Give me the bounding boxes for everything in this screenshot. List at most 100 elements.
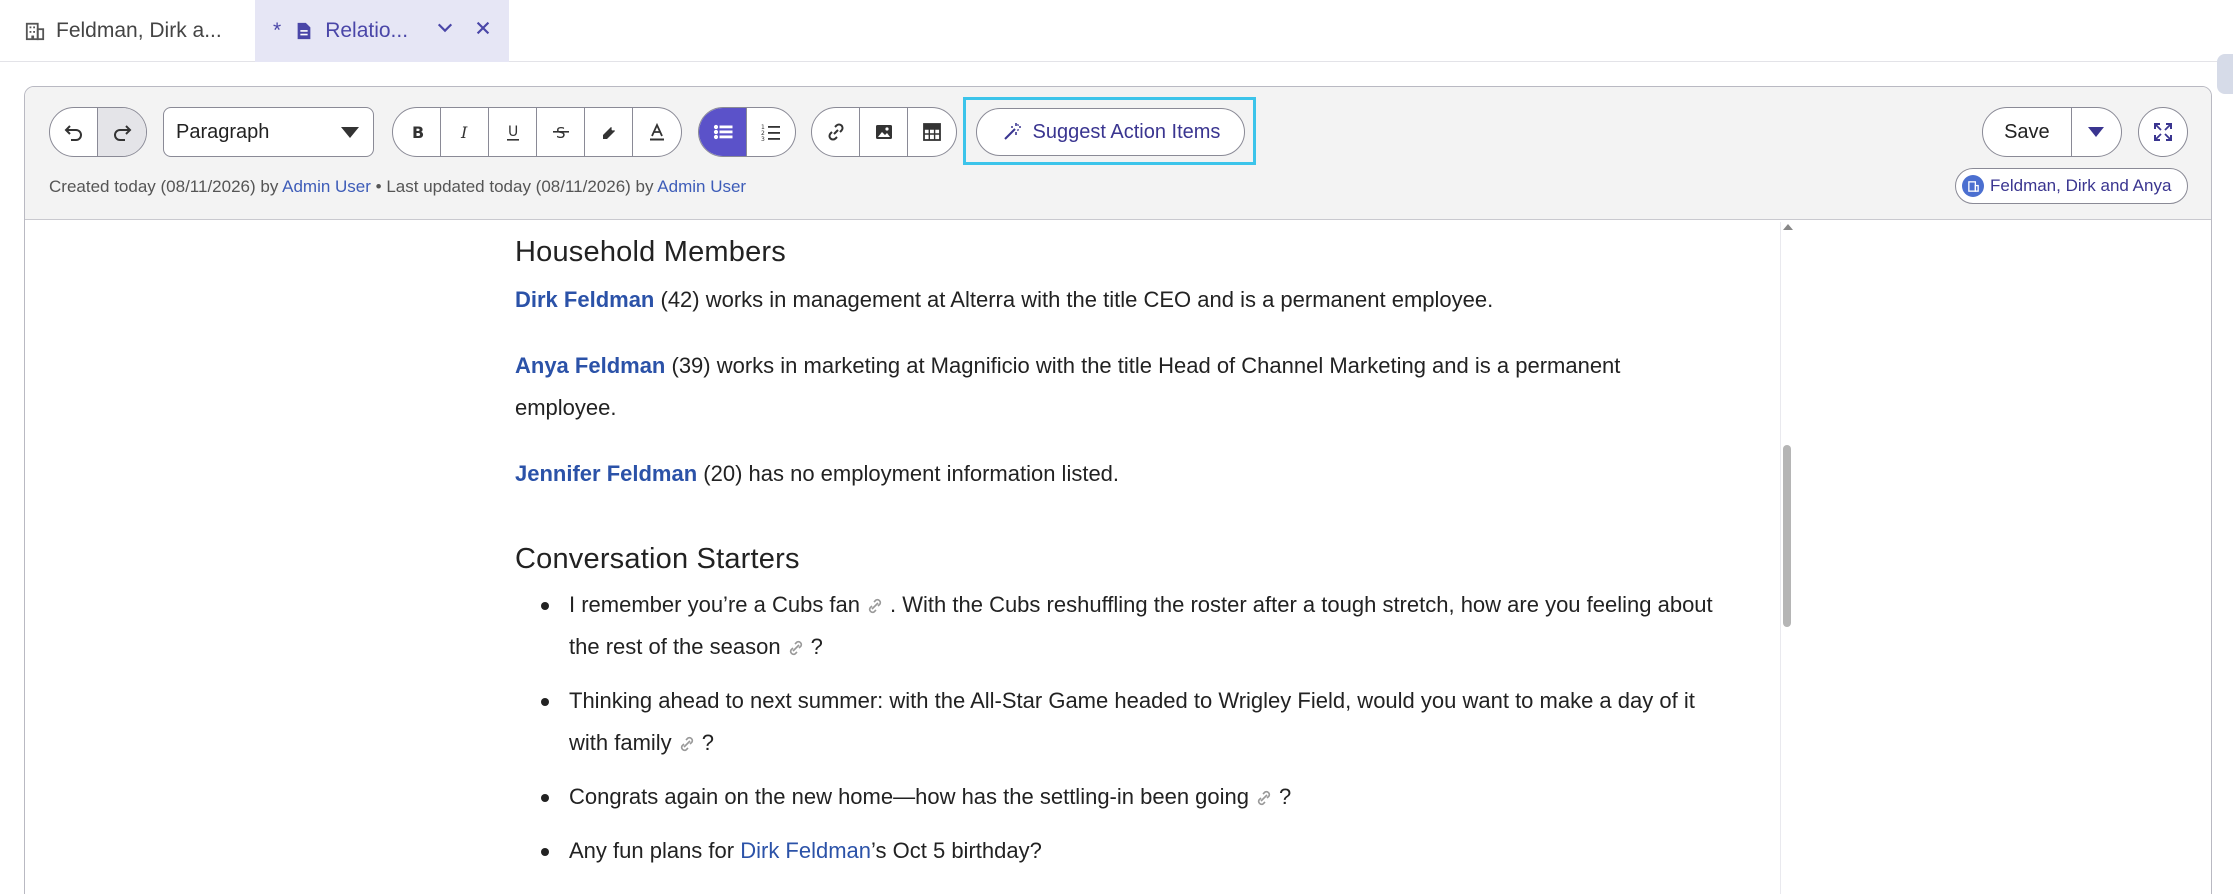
undo-button[interactable] xyxy=(50,108,98,156)
member-name-link[interactable]: Anya Feldman xyxy=(515,353,665,378)
created-text: Created today (08/11/2026) by xyxy=(49,177,283,196)
italic-icon: I xyxy=(460,123,468,142)
insert-image-button[interactable] xyxy=(860,108,908,156)
member-name-link[interactable]: Dirk Feldman xyxy=(515,287,654,312)
member-text: (42) works in management at Alterra with… xyxy=(654,287,1494,312)
link-icon xyxy=(827,123,844,141)
insert-group xyxy=(811,107,957,157)
suggest-action-items-highlight: Suggest Action Items xyxy=(963,97,1256,165)
list-group: 123 xyxy=(698,107,796,157)
list-item: I remember you’re a Cubs fan. With the C… xyxy=(515,584,1715,668)
fullscreen-button[interactable] xyxy=(2138,107,2188,157)
magic-wand-icon xyxy=(1003,123,1021,140)
bullet-list-icon xyxy=(713,124,732,140)
block-format-value: Paragraph xyxy=(176,120,270,143)
caret-down-icon xyxy=(341,127,359,138)
suggest-label: Suggest Action Items xyxy=(1032,120,1221,143)
tab-feldman-household[interactable]: Feldman, Dirk a... xyxy=(0,0,255,62)
starter-text: Congrats again on the new home—how has t… xyxy=(569,784,1250,809)
building-icon xyxy=(24,20,46,42)
starter-text: ? xyxy=(701,730,714,755)
list-item: Congrats again on the new home—how has t… xyxy=(515,776,1715,818)
strikethrough-icon: S xyxy=(552,124,569,142)
text-color-button[interactable] xyxy=(633,108,681,156)
redo-icon xyxy=(114,125,132,141)
redo-button[interactable] xyxy=(98,108,146,156)
starter-text: ? xyxy=(810,634,823,659)
record-meta: Created today (08/11/2026) by Admin User… xyxy=(49,177,746,197)
starter-text: Thinking ahead to next summer: with the … xyxy=(569,688,1695,755)
starter-text: ? xyxy=(1279,784,1292,809)
link-icon[interactable] xyxy=(676,736,698,752)
table-icon xyxy=(923,123,941,141)
building-icon xyxy=(1962,175,1984,197)
list-item: Thinking ahead to next summer: with the … xyxy=(515,680,1715,764)
block-format-select[interactable]: Paragraph xyxy=(163,107,374,157)
related-record-chip[interactable]: Feldman, Dirk and Anya xyxy=(1955,168,2188,204)
list-item: Any fun plans for Dirk Feldman’s Oct 5 b… xyxy=(515,830,1715,872)
save-button[interactable]: Save xyxy=(1983,108,2072,156)
link-icon[interactable] xyxy=(785,640,807,656)
chevron-down-icon[interactable] xyxy=(436,19,454,43)
highlighter-icon xyxy=(602,127,615,139)
highlight-button[interactable] xyxy=(585,108,633,156)
scrollbar-thumb[interactable] xyxy=(1783,445,1791,627)
starter-text: ’s Oct 5 birthday? xyxy=(871,838,1042,863)
save-options-button[interactable] xyxy=(2072,108,2121,156)
save-split-button: Save xyxy=(1982,107,2122,157)
rich-text-editor: Paragraph B I U S 1 2 3 Suggest Action I… xyxy=(24,86,2212,894)
history-group xyxy=(49,107,147,157)
svg-text:3: 3 xyxy=(761,136,765,143)
link-icon[interactable] xyxy=(864,598,886,614)
svg-text:U: U xyxy=(508,124,518,140)
heading-household-members: Household Members xyxy=(515,236,786,268)
member-paragraph: Dirk Feldman (42) works in management at… xyxy=(515,279,1715,321)
svg-text:I: I xyxy=(460,123,468,142)
editor-toolbar: Paragraph B I U S 1 2 3 Suggest Action I… xyxy=(25,87,2211,220)
editor-content[interactable]: Household Members Dirk Feldman (42) work… xyxy=(515,220,1715,894)
image-icon xyxy=(875,125,892,139)
numbered-list-button[interactable]: 123 xyxy=(747,108,795,156)
created-by-link[interactable]: Admin User xyxy=(282,177,371,196)
text-color-icon xyxy=(650,122,664,141)
tab-label: Feldman, Dirk a... xyxy=(56,19,222,42)
conversation-starters-list: I remember you’re a Cubs fan. With the C… xyxy=(515,584,1715,884)
italic-button[interactable]: I xyxy=(441,108,489,156)
underline-button[interactable]: U xyxy=(489,108,537,156)
member-text: (39) works in marketing at Magnificio wi… xyxy=(515,353,1621,420)
scroll-up-arrow-icon[interactable] xyxy=(1783,224,1793,230)
unsaved-marker: * xyxy=(273,19,282,42)
member-name-link[interactable]: Jennifer Feldman xyxy=(515,461,697,486)
side-panel-handle[interactable] xyxy=(2217,54,2233,94)
content-scrollbar[interactable] xyxy=(1780,222,1794,894)
member-paragraph: Anya Feldman (39) works in marketing at … xyxy=(515,345,1715,429)
starter-text: I remember you’re a Cubs fan xyxy=(569,592,861,617)
document-icon xyxy=(293,20,315,42)
svg-text:B: B xyxy=(412,123,424,142)
underline-icon: U xyxy=(506,124,519,141)
inline-format-group: B I U S xyxy=(392,107,682,157)
insert-table-button[interactable] xyxy=(908,108,956,156)
expand-icon xyxy=(2154,123,2172,141)
undo-icon xyxy=(64,125,82,141)
strikethrough-button[interactable]: S xyxy=(537,108,585,156)
dirk-feldman-link[interactable]: Dirk Feldman xyxy=(740,838,871,863)
close-icon[interactable] xyxy=(474,19,492,43)
suggest-action-items-button[interactable]: Suggest Action Items xyxy=(976,108,1245,156)
member-paragraph: Jennifer Feldman (20) has no employment … xyxy=(515,453,1715,495)
tab-relationship-note[interactable]: * Relatio... xyxy=(255,0,509,62)
bold-icon: B xyxy=(412,123,424,142)
heading-conversation-starters: Conversation Starters xyxy=(515,543,800,575)
tab-bar: Feldman, Dirk a... * Relatio... xyxy=(0,0,2233,62)
member-text: (20) has no employment information liste… xyxy=(697,461,1120,486)
bullet-list-button[interactable] xyxy=(699,108,747,156)
svg-text:S: S xyxy=(556,124,566,142)
starter-text: Any fun plans for xyxy=(569,838,741,863)
link-icon[interactable] xyxy=(1253,790,1275,806)
updated-by-link[interactable]: Admin User xyxy=(657,177,746,196)
insert-link-button[interactable] xyxy=(812,108,860,156)
updated-text: • Last updated today (08/11/2026) by xyxy=(370,177,658,196)
tab-label: Relatio... xyxy=(325,19,409,42)
bold-button[interactable]: B xyxy=(393,108,441,156)
caret-down-icon xyxy=(2088,127,2105,137)
